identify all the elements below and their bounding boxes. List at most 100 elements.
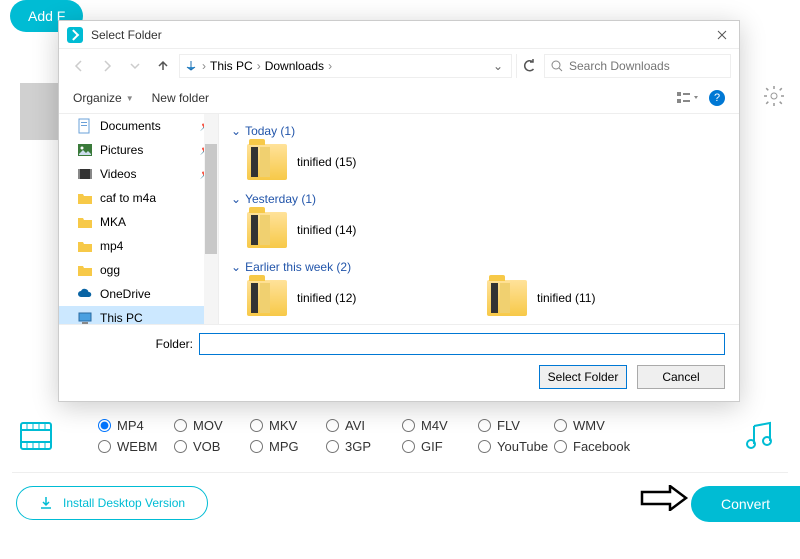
format-wmv[interactable]: WMV <box>554 418 630 433</box>
tree-item[interactable]: Pictures📌 <box>59 138 218 162</box>
format-label: YouTube <box>497 439 548 454</box>
file-list[interactable]: ⌄ Today (1) tinified (15) ⌄ Yesterday (1) t… <box>219 114 739 324</box>
format-radio[interactable] <box>326 440 339 453</box>
tree-item[interactable]: ogg <box>59 258 218 282</box>
format-mov[interactable]: MOV <box>174 418 250 433</box>
tree-item[interactable]: MKA <box>59 210 218 234</box>
format-mpg[interactable]: MPG <box>250 439 326 454</box>
format-radio[interactable] <box>402 419 415 432</box>
folder-item[interactable]: tinified (15) <box>247 144 447 180</box>
cancel-button[interactable]: Cancel <box>637 365 725 389</box>
format-label: VOB <box>193 439 220 454</box>
tree-item-icon <box>77 238 93 254</box>
folder-icon <box>247 212 287 248</box>
format-radio[interactable] <box>554 419 567 432</box>
nav-back-button[interactable] <box>67 54 91 78</box>
format-facebook[interactable]: Facebook <box>554 439 630 454</box>
format-radio[interactable] <box>174 419 187 432</box>
chevron-down-icon: ⌄ <box>231 124 241 138</box>
format-radio[interactable] <box>554 440 567 453</box>
tree-item-icon <box>77 286 93 302</box>
folder-name-input[interactable] <box>199 333 725 355</box>
nav-recent-button[interactable] <box>123 54 147 78</box>
audio-formats-icon[interactable] <box>742 418 778 454</box>
folder-item-label: tinified (14) <box>297 223 356 237</box>
format-vob[interactable]: VOB <box>174 439 250 454</box>
tree-item-label: caf to m4a <box>100 191 156 205</box>
tree-item[interactable]: mp4 <box>59 234 218 258</box>
breadcrumb[interactable]: › This PC › Downloads › ⌄ <box>179 54 512 78</box>
format-label: MOV <box>193 418 223 433</box>
format-radio[interactable] <box>478 419 491 432</box>
tree-item[interactable]: OneDrive <box>59 282 218 306</box>
search-box[interactable] <box>544 54 731 78</box>
format-radio[interactable] <box>98 440 111 453</box>
chevron-right-icon: › <box>326 59 334 73</box>
format-radio[interactable] <box>402 440 415 453</box>
group-header[interactable]: ⌄ Yesterday (1) <box>231 192 727 206</box>
tree-item[interactable]: caf to m4a <box>59 186 218 210</box>
breadcrumb-downloads[interactable]: Downloads <box>265 59 324 73</box>
folder-item[interactable]: tinified (12) <box>247 280 447 316</box>
video-formats-icon <box>18 418 54 454</box>
tree-item-label: MKA <box>100 215 126 229</box>
scrollbar-thumb[interactable] <box>205 144 217 254</box>
format-youtube[interactable]: YouTube <box>478 439 554 454</box>
folder-item[interactable]: tinified (11) <box>487 280 687 316</box>
format-mkv[interactable]: MKV <box>250 418 326 433</box>
dialog-bottom-bar: Folder: Select Folder Cancel <box>59 324 739 401</box>
format-radio[interactable] <box>250 419 263 432</box>
convert-button[interactable]: Convert <box>691 486 800 522</box>
group-header[interactable]: ⌄ Today (1) <box>231 124 727 138</box>
install-desktop-button[interactable]: Install Desktop Version <box>16 486 208 520</box>
dialog-navbar: › This PC › Downloads › ⌄ <box>59 49 739 83</box>
format-avi[interactable]: AVI <box>326 418 402 433</box>
select-folder-button[interactable]: Select Folder <box>539 365 627 389</box>
folder-icon <box>247 280 287 316</box>
nav-forward-button[interactable] <box>95 54 119 78</box>
tree-item-label: Videos <box>100 167 136 181</box>
tree-item[interactable]: Videos📌 <box>59 162 218 186</box>
format-label: MKV <box>269 418 297 433</box>
format-label: M4V <box>421 418 448 433</box>
help-button[interactable]: ? <box>709 90 725 106</box>
format-mp4[interactable]: MP4 <box>98 418 174 433</box>
format-flv[interactable]: FLV <box>478 418 554 433</box>
format-label: FLV <box>497 418 520 433</box>
breadcrumb-dropdown[interactable]: ⌄ <box>489 59 507 73</box>
group-header[interactable]: ⌄ Earlier this week (2) <box>231 260 727 274</box>
settings-gear-icon[interactable] <box>762 84 786 108</box>
nav-tree[interactable]: Documents📌Pictures📌Videos📌 caf to m4a MKA m… <box>59 114 219 324</box>
scrollbar[interactable] <box>204 114 218 324</box>
dialog-title: Select Folder <box>91 28 713 42</box>
new-folder-button[interactable]: New folder <box>152 91 209 105</box>
tree-item-label: OneDrive <box>100 287 151 301</box>
search-input[interactable] <box>569 59 724 73</box>
format-radio[interactable] <box>326 419 339 432</box>
chevron-down-icon: ▼ <box>126 94 134 103</box>
format-webm[interactable]: WEBM <box>98 439 174 454</box>
location-arrow-icon <box>184 59 198 73</box>
view-options-button[interactable] <box>677 91 699 105</box>
close-button[interactable] <box>713 26 731 44</box>
organize-menu[interactable]: Organize ▼ <box>73 91 134 105</box>
format-radio[interactable] <box>250 440 263 453</box>
format-radio[interactable] <box>478 440 491 453</box>
format-radio[interactable] <box>174 440 187 453</box>
tree-item[interactable]: This PC <box>59 306 218 324</box>
chevron-down-icon: ⌄ <box>231 260 241 274</box>
folder-icon <box>247 144 287 180</box>
refresh-button[interactable] <box>516 54 540 78</box>
tree-item-label: mp4 <box>100 239 123 253</box>
format-radio[interactable] <box>98 419 111 432</box>
nav-up-button[interactable] <box>151 54 175 78</box>
tree-item[interactable]: Documents📌 <box>59 114 218 138</box>
folder-field-label: Folder: <box>73 337 193 351</box>
breadcrumb-this-pc[interactable]: This PC <box>210 59 253 73</box>
format-m4v[interactable]: M4V <box>402 418 478 433</box>
install-desktop-label: Install Desktop Version <box>63 496 185 510</box>
format-gif[interactable]: GIF <box>402 439 478 454</box>
format-3gp[interactable]: 3GP <box>326 439 402 454</box>
folder-item[interactable]: tinified (14) <box>247 212 447 248</box>
tree-item-icon <box>77 190 93 206</box>
